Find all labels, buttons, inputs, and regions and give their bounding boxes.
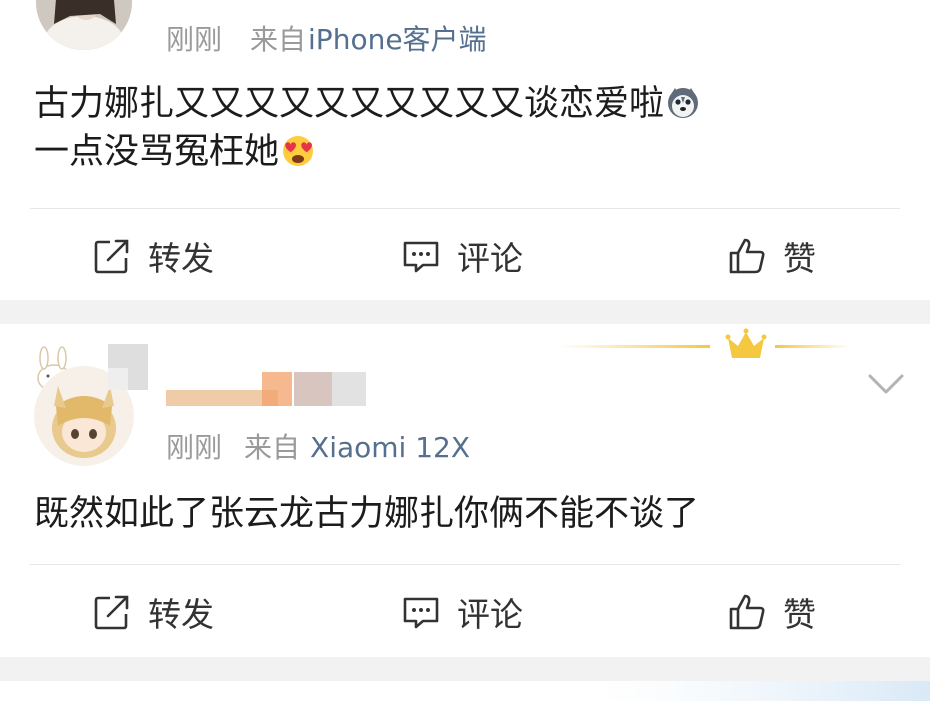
- post-source[interactable]: iPhone客户端: [308, 23, 487, 56]
- post-content: 古力娜扎又又又又又又又又又又谈恋爱啦 一点没骂冤枉她: [34, 80, 700, 176]
- post-card-2: 刚刚 来自 Xiaomi 12X 既然如此了张云龙古力娜扎你俩不能不谈了 转发 评论…: [0, 324, 930, 657]
- post-time: 刚刚: [166, 23, 223, 56]
- pixelated-area: [108, 344, 148, 390]
- comment-icon: [403, 597, 439, 629]
- comment-label: 评论: [457, 595, 523, 634]
- action-bar: 转发 评论 赞: [0, 226, 930, 286]
- like-label: 赞: [783, 239, 816, 278]
- comment-label: 评论: [457, 239, 523, 278]
- post-line-2: 一点没骂冤枉她: [34, 128, 700, 176]
- post-meta: 刚刚 来自 Xiaomi 12X: [166, 426, 470, 466]
- source-prefix: 来自: [250, 23, 307, 56]
- member-crown-banner: [560, 328, 850, 358]
- repost-label: 转发: [148, 595, 214, 634]
- repost-button[interactable]: 转发: [92, 226, 214, 286]
- comment-button[interactable]: 评论: [401, 582, 523, 642]
- post-meta: 刚刚 来自iPhone客户端: [166, 18, 487, 58]
- husky-emoji-icon: [668, 88, 699, 118]
- post-card-1: 刚刚 来自iPhone客户端 古力娜扎又又又又又又又又又又谈恋爱啦 一点没骂冤枉她: [0, 0, 930, 300]
- repost-button[interactable]: 转发: [92, 582, 214, 642]
- avatar-photo: [36, 0, 132, 50]
- thumbs-up-icon: [729, 238, 765, 274]
- post-time: 刚刚: [166, 431, 223, 464]
- blurred-username: [166, 372, 366, 406]
- comment-icon: [403, 241, 439, 273]
- like-button[interactable]: 赞: [727, 582, 816, 642]
- post-source[interactable]: Xiaomi 12X: [310, 431, 470, 464]
- action-divider: [30, 208, 900, 209]
- comment-button[interactable]: 评论: [401, 226, 523, 286]
- heart-eyes-emoji-icon: [283, 136, 314, 166]
- action-bar: 转发 评论 赞: [0, 582, 930, 642]
- action-divider: [30, 564, 900, 565]
- like-button[interactable]: 赞: [727, 226, 816, 286]
- post-line-1: 古力娜扎又又又又又又又又又又谈恋爱啦: [34, 80, 700, 128]
- post-card-3: [0, 681, 930, 701]
- post-line-1-text: 古力娜扎又又又又又又又又又又谈恋爱啦: [34, 84, 665, 124]
- repost-icon: [94, 595, 129, 630]
- post-line-2-text: 一点没骂冤枉她: [34, 132, 280, 172]
- repost-icon: [94, 239, 129, 274]
- post-content: 既然如此了张云龙古力娜扎你俩不能不谈了: [34, 494, 700, 534]
- chevron-down-icon[interactable]: [868, 372, 904, 396]
- like-label: 赞: [783, 595, 816, 634]
- user-avatar[interactable]: [36, 0, 132, 50]
- thumbs-up-icon: [729, 594, 765, 630]
- source-prefix: 来自: [244, 431, 301, 464]
- crown-icon: [725, 328, 767, 358]
- repost-label: 转发: [148, 239, 214, 278]
- next-post-banner: [600, 681, 930, 701]
